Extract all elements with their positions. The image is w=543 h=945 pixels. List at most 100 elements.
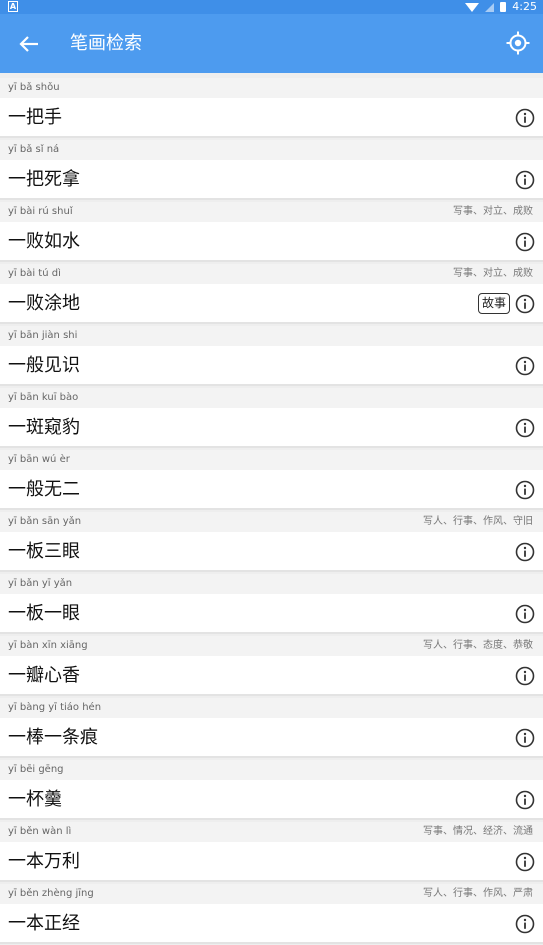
list-item[interactable]: yī bàn xīn xiāng 写人、行事、态度、恭敬一瓣心香 (0, 636, 543, 698)
word-row[interactable]: 一本正经 (0, 904, 543, 944)
word-row[interactable]: 一棒一条痕 (0, 718, 543, 758)
idiom-word: 一本万利 (8, 851, 80, 872)
list-item[interactable]: yī bài rú shuǐ 写事、对立、成败一败如水 (0, 202, 543, 264)
word-row[interactable]: 一般无二 (0, 470, 543, 510)
word-row[interactable]: 一本万利 (0, 842, 543, 882)
list-item[interactable]: yī bǎn yī yǎn 一板一眼 (0, 574, 543, 636)
pinyin-text: yī bān wú èr (8, 454, 70, 465)
word-row[interactable]: 一杯羹 (0, 780, 543, 820)
status-time: 4:25 (512, 0, 537, 13)
pinyin-row: yī bēi gēng (0, 760, 543, 780)
idiom-list: yī bǎ shǒu 一把手 yī bǎ sǐ ná 一把死拿 yī bài rú sh… (0, 78, 543, 945)
pinyin-row: yī bàn xīn xiāng 写人、行事、态度、恭敬 (0, 636, 543, 656)
pinyin-row: yī bǎn yī yǎn (0, 574, 543, 594)
word-row[interactable]: 一把手 (0, 98, 543, 138)
idiom-word: 一棒一条痕 (8, 727, 98, 748)
idiom-word: 一本正经 (8, 913, 80, 934)
pinyin-row: yī bài rú shuǐ 写事、对立、成败 (0, 202, 543, 222)
list-item[interactable]: yī bān wú èr 一般无二 (0, 450, 543, 512)
wifi-icon (465, 2, 480, 12)
info-icon[interactable] (515, 790, 535, 810)
signal-icon (485, 2, 495, 12)
list-item[interactable]: yī bān jiàn shi 一般见识 (0, 326, 543, 388)
info-icon[interactable] (515, 852, 535, 872)
list-item[interactable]: yī bēi gēng 一杯羹 (0, 760, 543, 822)
word-row[interactable]: 一把死拿 (0, 160, 543, 200)
idiom-word: 一斑窥豹 (8, 417, 80, 438)
info-icon[interactable] (515, 480, 535, 500)
category-tags: 写事、对立、成败 (453, 268, 533, 279)
idiom-word: 一般见识 (8, 355, 80, 376)
list-item[interactable]: yī bǎ sǐ ná 一把死拿 (0, 140, 543, 202)
crosshair-icon (506, 31, 530, 55)
info-icon[interactable] (515, 294, 535, 314)
category-tags: 写人、行事、态度、恭敬 (423, 640, 533, 651)
pinyin-row: yī bǎ shǒu (0, 78, 543, 98)
info-icon[interactable] (515, 914, 535, 934)
info-icon[interactable] (515, 356, 535, 376)
info-icon[interactable] (515, 728, 535, 748)
list-item[interactable]: yī bān kuī bào 一斑窥豹 (0, 388, 543, 450)
idiom-word: 一把手 (8, 107, 62, 128)
pinyin-row: yī běn wàn lì 写事、情况、经济、流通 (0, 822, 543, 842)
battery-icon (500, 2, 507, 12)
pinyin-text: yī bài rú shuǐ (8, 206, 73, 217)
info-icon[interactable] (515, 232, 535, 252)
back-button[interactable] (14, 30, 44, 58)
pinyin-text: yī bǎn sān yǎn (8, 516, 82, 527)
pinyin-text: yī bān jiàn shi (8, 330, 78, 341)
category-tags: 写人、行事、作风、守旧 (423, 516, 533, 527)
pinyin-row: yī bān jiàn shi (0, 326, 543, 346)
list-item[interactable]: yī bǎn sān yǎn 写人、行事、作风、守旧一板三眼 (0, 512, 543, 574)
idiom-word: 一败涂地 (8, 293, 80, 314)
pinyin-text: yī bǎ sǐ ná (8, 144, 60, 155)
info-icon[interactable] (515, 604, 535, 624)
idiom-word: 一把死拿 (8, 169, 80, 190)
pinyin-text: yī běn wàn lì (8, 826, 72, 837)
info-icon[interactable] (515, 108, 535, 128)
pinyin-row: yī bǎ sǐ ná (0, 140, 543, 160)
pinyin-text: yī bǎn yī yǎn (8, 578, 73, 589)
word-row[interactable]: 一瓣心香 (0, 656, 543, 696)
notification-a-icon: A (8, 1, 18, 12)
pinyin-row: yī bàng yī tiáo hén (0, 698, 543, 718)
category-tags: 写事、情况、经济、流通 (423, 826, 533, 837)
idiom-word: 一败如水 (8, 231, 80, 252)
page-title: 笔画检索 (70, 33, 142, 54)
locate-button[interactable] (505, 30, 531, 56)
info-icon[interactable] (515, 542, 535, 562)
pinyin-row: yī běn zhèng jīng 写人、行事、作风、严肃 (0, 884, 543, 904)
pinyin-row: yī bài tú dì 写事、对立、成败 (0, 264, 543, 284)
pinyin-text: yī bēi gēng (8, 764, 64, 775)
pinyin-text: yī bān kuī bào (8, 392, 79, 403)
list-item[interactable]: yī běn zhèng jīng 写人、行事、作风、严肃一本正经 (0, 884, 543, 945)
app-bar: 笔画检索 (0, 14, 543, 73)
story-badge[interactable]: 故事 (477, 293, 510, 314)
pinyin-text: yī bài tú dì (8, 268, 61, 279)
status-icons: 4:25 (465, 0, 537, 14)
info-icon[interactable] (515, 666, 535, 686)
pinyin-row: yī bān kuī bào (0, 388, 543, 408)
idiom-word: 一板一眼 (8, 603, 80, 624)
list-item[interactable]: yī běn wàn lì 写事、情况、经济、流通一本万利 (0, 822, 543, 884)
word-row[interactable]: 一败涂地 故事 (0, 284, 543, 324)
pinyin-text: yī běn zhèng jīng (8, 888, 94, 899)
info-icon[interactable] (515, 418, 535, 438)
word-row[interactable]: 一板三眼 (0, 532, 543, 572)
pinyin-row: yī bān wú èr (0, 450, 543, 470)
list-item[interactable]: yī bàng yī tiáo hén 一棒一条痕 (0, 698, 543, 760)
idiom-word: 一杯羹 (8, 789, 62, 810)
category-tags: 写人、行事、作风、严肃 (423, 888, 533, 899)
word-row[interactable]: 一板一眼 (0, 594, 543, 634)
word-row[interactable]: 一败如水 (0, 222, 543, 262)
list-item[interactable]: yī bǎ shǒu 一把手 (0, 78, 543, 140)
word-row[interactable]: 一般见识 (0, 346, 543, 386)
idiom-word: 一板三眼 (8, 541, 80, 562)
pinyin-row: yī bǎn sān yǎn 写人、行事、作风、守旧 (0, 512, 543, 532)
word-row[interactable]: 一斑窥豹 (0, 408, 543, 448)
info-icon[interactable] (515, 170, 535, 190)
status-bar: A 4:25 (0, 0, 543, 14)
list-item[interactable]: yī bài tú dì 写事、对立、成败一败涂地 故事 (0, 264, 543, 326)
category-tags: 写事、对立、成败 (453, 206, 533, 217)
idiom-word: 一瓣心香 (8, 665, 80, 686)
